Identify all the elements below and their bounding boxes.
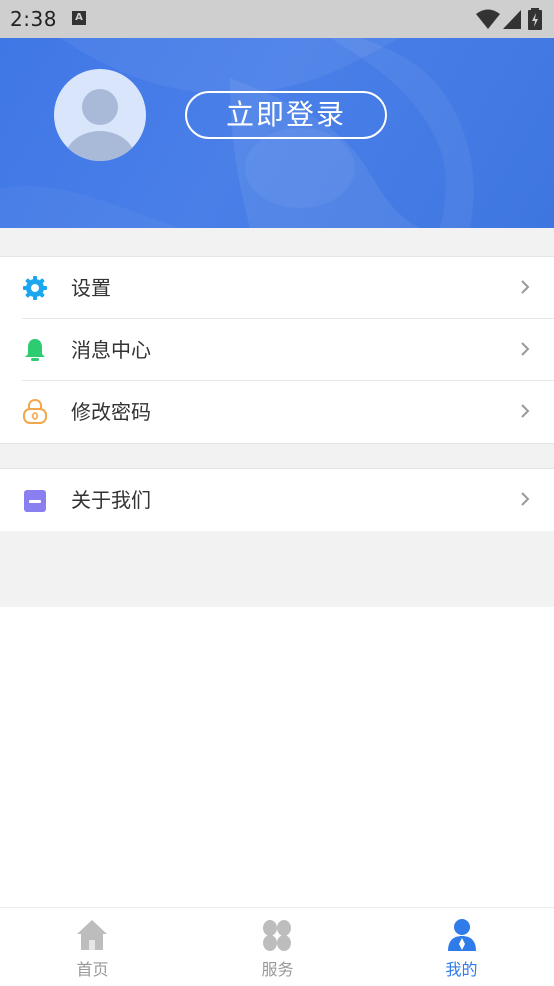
wifi-icon bbox=[476, 9, 500, 29]
menu-label-settings: 设置 bbox=[71, 276, 111, 300]
nav-item-profile[interactable]: 我的 bbox=[369, 908, 554, 986]
status-time: 2:38 bbox=[10, 7, 57, 31]
nav-item-services[interactable]: 服务 bbox=[185, 908, 370, 986]
chevron-right-icon bbox=[521, 342, 530, 356]
home-icon bbox=[77, 920, 107, 950]
nav-label-home: 首页 bbox=[76, 960, 109, 979]
profile-icon bbox=[448, 919, 476, 951]
menu-item-messages[interactable]: 消息中心 bbox=[0, 319, 554, 381]
chevron-right-icon bbox=[521, 492, 530, 506]
status-bar: 2:38 A bbox=[0, 0, 554, 38]
signal-icon bbox=[503, 10, 521, 29]
battery-icon bbox=[528, 8, 542, 30]
nav-label-services: 服务 bbox=[261, 960, 294, 979]
section-gap bbox=[0, 444, 554, 468]
section-gap bbox=[0, 531, 554, 607]
menu-label-messages: 消息中心 bbox=[71, 338, 151, 362]
menu-item-change-password[interactable]: 修改密码 bbox=[0, 381, 554, 443]
nav-label-profile: 我的 bbox=[445, 960, 478, 979]
menu-group-about: 关于我们 bbox=[0, 468, 554, 532]
avatar-body-shape bbox=[64, 131, 136, 161]
section-gap bbox=[0, 228, 554, 256]
menu-item-settings[interactable]: 设置 bbox=[0, 257, 554, 319]
bottom-nav: 首页 服务 我的 bbox=[0, 907, 554, 986]
info-card-icon bbox=[24, 490, 46, 512]
menu-label-about-us: 关于我们 bbox=[71, 488, 151, 512]
menu-group-account: 设置 消息中心 修改密码 bbox=[0, 256, 554, 444]
nav-item-home[interactable]: 首页 bbox=[0, 908, 185, 986]
avatar-head-shape bbox=[82, 89, 118, 125]
bell-icon bbox=[25, 339, 45, 361]
chevron-right-icon bbox=[521, 280, 530, 294]
login-button[interactable]: 立即登录 bbox=[185, 91, 387, 139]
chevron-right-icon bbox=[521, 404, 530, 418]
menu-label-change-password: 修改密码 bbox=[71, 400, 151, 424]
gear-icon bbox=[23, 276, 47, 300]
lock-icon bbox=[23, 398, 47, 424]
menu-item-about-us[interactable]: 关于我们 bbox=[0, 469, 554, 531]
profile-header: 立即登录 bbox=[0, 38, 554, 228]
avatar[interactable] bbox=[54, 69, 146, 161]
services-icon bbox=[263, 920, 291, 951]
notification-a-icon: A bbox=[72, 11, 86, 25]
